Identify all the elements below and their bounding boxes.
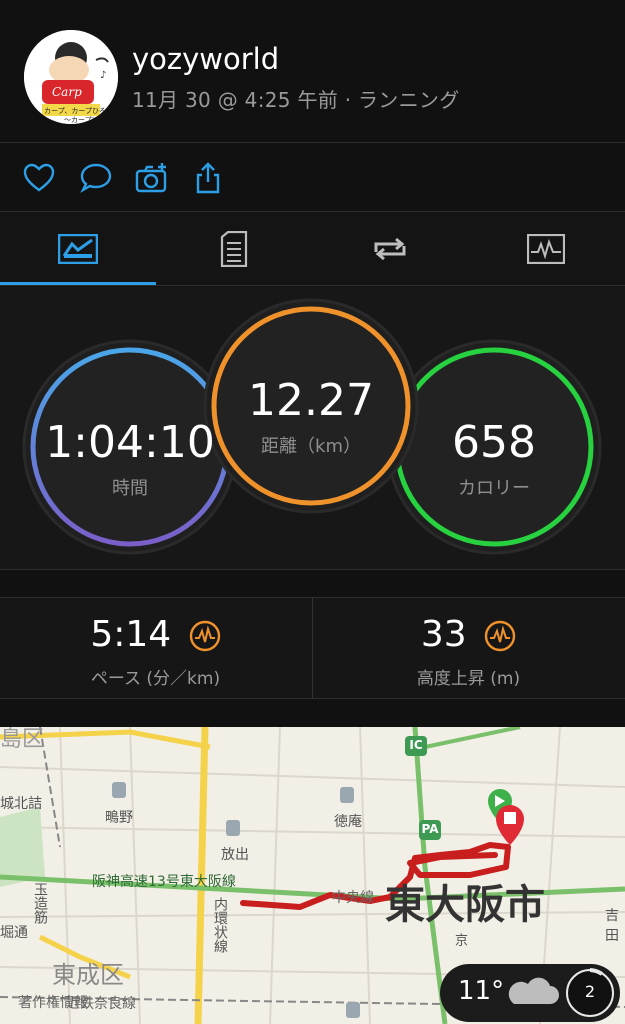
- map-place-4: 吉田: [605, 908, 619, 944]
- pa-badge: PA: [421, 822, 439, 836]
- weather-temp: 11°: [458, 976, 505, 1006]
- map-place-1: 城北詰: [0, 796, 42, 812]
- divider: [0, 569, 625, 570]
- action-bar: [0, 143, 625, 211]
- elevation-chart-icon[interactable]: [484, 620, 516, 652]
- svg-text:♪: ♪: [100, 70, 106, 81]
- tab-laps[interactable]: [312, 212, 468, 285]
- map-city-label: 東大阪市: [385, 882, 545, 928]
- details-tab-icon: [220, 230, 248, 267]
- pace-value: 5:14: [90, 614, 172, 655]
- map-label-kyo: 京: [452, 933, 467, 946]
- map-highway-label: 阪神高速13号東大阪線: [92, 874, 236, 890]
- time-stat: 1:04:10 時間: [30, 417, 230, 500]
- activity-meta: 11月 30 @ 4:25 午前 · ランニング: [132, 88, 460, 112]
- time-value: 1:04:10: [45, 417, 215, 468]
- camera-add-icon[interactable]: [135, 161, 169, 195]
- avatar-carp-text: Carp: [52, 85, 82, 99]
- tab-details[interactable]: [156, 212, 312, 285]
- map-rail-label: 中央線: [332, 890, 374, 906]
- tab-bar: [0, 212, 625, 285]
- calories-stat: 658 カロリー: [394, 417, 594, 500]
- distance-label: 距離（km）: [261, 436, 361, 457]
- map-ward-top: 島区: [0, 727, 45, 752]
- pace-chart-icon[interactable]: [189, 620, 221, 652]
- avatar[interactable]: Carp カープ、カープひろ 〜カープ! ♪: [24, 30, 118, 124]
- calories-label: カロリー: [458, 478, 530, 499]
- stats-divider: [312, 598, 313, 698]
- avatar-caption-2: 〜カープ!: [64, 116, 94, 124]
- map-ring-label: 内環状線: [212, 897, 228, 953]
- username[interactable]: yozyworld: [132, 42, 279, 76]
- distance-stat: 12.27 距離（km）: [211, 375, 411, 458]
- pace-row: 5:14: [0, 614, 311, 655]
- tab-overview[interactable]: [0, 212, 156, 285]
- pace-cell[interactable]: 5:14 ペース (分／km): [0, 598, 311, 698]
- charts-tab-icon: [527, 233, 565, 264]
- overview-tab-icon: [58, 233, 98, 264]
- map-station-3: 徳庵: [334, 814, 362, 830]
- share-icon[interactable]: [191, 161, 225, 195]
- laps-tab-icon: [374, 237, 406, 260]
- activity-header: Carp カープ、カープひろ 〜カープ! ♪ yozyworld 11月 30 …: [0, 0, 625, 142]
- distance-value: 12.27: [248, 375, 374, 426]
- map-station-1: 鴫野: [105, 810, 133, 826]
- heart-icon[interactable]: [22, 161, 56, 195]
- elevation-label: 高度上昇 (m): [416, 669, 521, 689]
- pace-label: ペース (分／km): [90, 669, 221, 689]
- map-place-3: 堀通: [0, 925, 28, 941]
- map-station-2: 放出: [221, 847, 249, 863]
- avatar-caption: カープ、カープひろ: [44, 107, 106, 115]
- cloud-icon: [508, 977, 559, 1004]
- divider: [0, 285, 625, 286]
- elevation-value: 33: [420, 614, 467, 655]
- map-ward-label: 東成区: [52, 961, 124, 989]
- weather-widget[interactable]: 11° 2: [440, 964, 620, 1022]
- elevation-cell[interactable]: 33 高度上昇 (m): [313, 598, 624, 698]
- map-line-bottom: 近鉄奈良線: [66, 996, 136, 1012]
- divider: [0, 698, 625, 699]
- tab-charts[interactable]: [468, 212, 624, 285]
- time-label: 時間: [112, 478, 148, 499]
- ic-badge: IC: [409, 738, 423, 752]
- comment-icon[interactable]: [79, 161, 113, 195]
- map-place-2: 玉造筋: [32, 882, 48, 924]
- weather-badge: 2: [584, 982, 596, 1001]
- calories-value: 658: [452, 417, 536, 468]
- summary-stats: 1:04:10 時間 12.27 距離（km） 658 カロリー: [0, 287, 625, 569]
- elevation-row: 33: [313, 614, 624, 655]
